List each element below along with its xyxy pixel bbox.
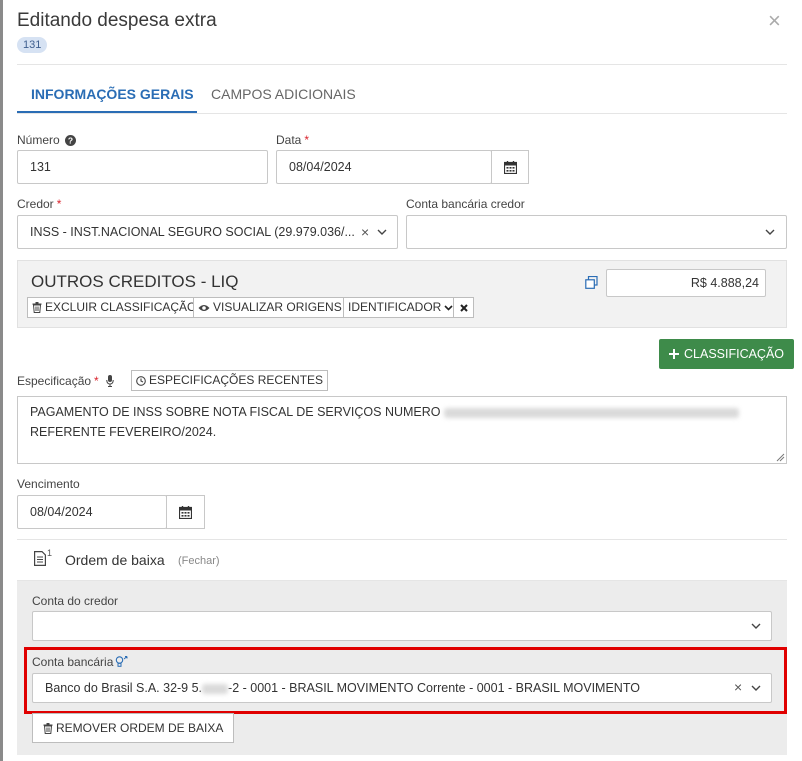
credor-clear-icon[interactable]: × — [361, 224, 369, 240]
vencimento-label: Vencimento — [17, 477, 80, 491]
document-icon — [34, 551, 46, 566]
trash-icon — [43, 722, 53, 734]
credor-value: INSS - INST.NACIONAL SEGURO SOCIAL (29.9… — [30, 225, 355, 239]
credor-label: Credor — [17, 197, 54, 211]
dialog-title: Editando despesa extra — [17, 10, 217, 31]
excluir-classificacao-button[interactable]: EXCLUIR CLASSIFICAÇÃO — [27, 297, 202, 318]
close-icon[interactable]: × — [768, 10, 781, 32]
add-classificacao-label: CLASSIFICAÇÃO — [684, 347, 785, 361]
especificacao-required-mark: * — [94, 374, 99, 388]
conta-credor-select[interactable] — [32, 611, 772, 641]
tab-informacoes-gerais[interactable]: INFORMAÇÕES GERAIS — [31, 86, 194, 102]
window-edge — [0, 0, 3, 761]
resize-handle-icon[interactable] — [776, 453, 785, 462]
header-divider — [17, 64, 787, 65]
especificacao-label: Especificação — [17, 374, 92, 388]
numero-input[interactable]: 131 — [17, 150, 268, 184]
data-label: Data — [276, 133, 302, 147]
plus-icon — [669, 349, 679, 359]
especificacoes-recentes-button[interactable]: ESPECIFICAÇÕES RECENTES — [131, 370, 329, 391]
conta-bancaria-clear-icon[interactable]: × — [734, 679, 742, 695]
redacted-account — [202, 683, 229, 694]
clock-icon — [136, 375, 146, 386]
identificador-remove-button[interactable] — [453, 297, 474, 318]
remover-ordem-baixa-label: REMOVER ORDEM DE BAIXA — [56, 720, 224, 735]
data-calendar-button[interactable] — [491, 150, 529, 184]
microphone-icon[interactable] — [106, 375, 114, 387]
record-number-badge: 131 — [17, 37, 48, 53]
calendar-icon — [179, 505, 192, 519]
vencimento-calendar-button[interactable] — [166, 495, 205, 529]
conta-bancaria-select[interactable]: Banco do Brasil S.A. 32-9 5. -2 - 0001 - … — [32, 673, 772, 703]
tabs-divider — [17, 113, 787, 114]
trash-icon — [32, 302, 42, 313]
tab-campos-adicionais[interactable]: CAMPOS ADICIONAIS — [211, 86, 356, 102]
classificacao-title: OUTROS CREDITOS - LIQ — [31, 272, 239, 291]
conta-bancaria-credor-label: Conta bancária credor — [406, 197, 525, 211]
ordem-baixa-divider — [17, 539, 787, 540]
add-classificacao-button[interactable]: CLASSIFICAÇÃO — [659, 339, 795, 369]
chevron-down-icon[interactable] — [751, 685, 761, 692]
ordem-baixa-title: Ordem de baixa — [65, 552, 165, 568]
chevron-down-icon[interactable] — [765, 229, 775, 236]
identificador-label: IDENTIFICADOR — [348, 300, 442, 314]
redacted-text — [443, 407, 739, 418]
conta-bancaria-label-row: Conta bancária — [32, 655, 128, 669]
visualizar-origens-button[interactable]: VISUALIZAR ORIGENS — [193, 297, 347, 318]
data-required-mark: * — [304, 133, 310, 147]
conta-bancaria-label: Conta bancária — [32, 655, 114, 669]
data-input[interactable]: 08/04/2024 — [276, 150, 492, 184]
conta-bancaria-value-part2: -2 - 0001 - BRASIL MOVIMENTO Corrente - … — [228, 681, 640, 695]
especificacao-line-1-text: PAGAMENTO DE INSS SOBRE NOTA FISCAL DE S… — [30, 405, 441, 419]
credor-label-row: Credor * — [17, 197, 61, 211]
excluir-classificacao-label: EXCLUIR CLASSIFICAÇÃO — [45, 300, 197, 314]
chevron-down-icon[interactable] — [377, 229, 387, 236]
calendar-icon — [503, 160, 517, 174]
remover-ordem-baixa-button[interactable]: REMOVER ORDEM DE BAIXA — [32, 713, 235, 743]
credor-select[interactable]: INSS - INST.NACIONAL SEGURO SOCIAL (29.9… — [17, 215, 398, 249]
conta-bancaria-value-part1: Banco do Brasil S.A. 32-9 5. — [45, 681, 203, 695]
ordem-baixa-count: 1 — [47, 548, 53, 558]
especificacao-textarea[interactable]: PAGAMENTO DE INSS SOBRE NOTA FISCAL DE S… — [17, 396, 787, 464]
close-icon — [459, 303, 468, 312]
numero-label-row: Número ? — [17, 133, 76, 147]
eye-icon — [198, 304, 210, 312]
copy-icon[interactable] — [585, 276, 598, 289]
visualizar-origens-label: VISUALIZAR ORIGENS — [213, 300, 342, 314]
svg-text:?: ? — [68, 135, 73, 145]
help-icon[interactable]: ? — [64, 134, 76, 146]
especificacoes-recentes-label: ESPECIFICAÇÕES RECENTES — [149, 373, 324, 387]
conta-bancaria-credor-select[interactable] — [406, 215, 787, 249]
ordem-baixa-fechar-link[interactable]: (Fechar) — [178, 555, 220, 567]
especificacao-label-row: Especificação * — [17, 374, 114, 388]
identificador-button[interactable]: IDENTIFICADOR — [343, 297, 459, 318]
especificacao-line-2: REFERENTE FEVEREIRO/2024. — [30, 425, 217, 439]
lightbulb-icon[interactable] — [115, 656, 128, 668]
especificacao-line-1: PAGAMENTO DE INSS SOBRE NOTA FISCAL DE S… — [30, 402, 774, 422]
chevron-down-icon — [444, 304, 453, 311]
data-label-row: Data * — [276, 133, 309, 147]
chevron-down-icon[interactable] — [751, 623, 761, 630]
credor-required-mark: * — [56, 197, 62, 211]
classificacao-amount-input[interactable]: R$ 4.888,24 — [606, 269, 766, 297]
vencimento-input[interactable]: 08/04/2024 — [17, 495, 167, 529]
conta-credor-label: Conta do credor — [32, 594, 119, 608]
numero-label: Número — [17, 133, 60, 147]
